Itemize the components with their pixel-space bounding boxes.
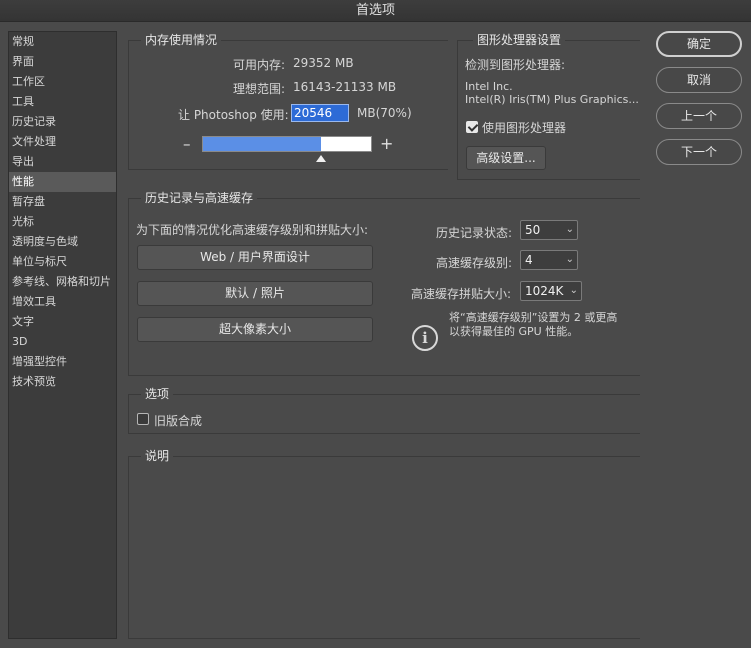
sidebar-item[interactable]: 文字	[9, 312, 116, 332]
memory-amount-input[interactable]: 20546	[291, 104, 349, 122]
cache-tile-size-label: 高速缓存拼贴大小:	[411, 285, 511, 302]
optimize-label: 为下面的情况优化高速缓存级别和拼贴大小:	[136, 221, 368, 238]
description-title: 说明	[141, 447, 173, 464]
memory-usage-title: 内存使用情况	[141, 31, 221, 48]
available-memory-value: 29352 MB	[293, 56, 354, 70]
previous-button[interactable]: 上一个	[656, 103, 742, 129]
sidebar-item[interactable]: 单位与标尺	[9, 252, 116, 272]
history-cache-title: 历史记录与高速缓存	[141, 189, 257, 206]
sidebar-item[interactable]: 界面	[9, 52, 116, 72]
cache-tile-size-value: 1024K	[525, 284, 563, 298]
sidebar-item[interactable]: 文件处理	[9, 132, 116, 152]
memory-percent-label: MB(70%)	[357, 106, 412, 120]
web-ui-design-button[interactable]: Web / 用户界面设计	[137, 245, 373, 270]
cache-levels-label: 高速缓存级别:	[436, 254, 512, 271]
use-gpu-checkbox[interactable]	[466, 121, 478, 133]
cancel-button[interactable]: 取消	[656, 67, 742, 93]
increase-memory-button[interactable]: +	[380, 134, 393, 153]
legacy-compositing-checkbox[interactable]	[137, 413, 149, 425]
options-title: 选项	[141, 385, 173, 402]
sidebar-item[interactable]: 透明度与色域	[9, 232, 116, 252]
default-photos-button[interactable]: 默认 / 照片	[137, 281, 373, 306]
sidebar-item[interactable]: 光标	[9, 212, 116, 232]
advanced-settings-button[interactable]: 高级设置...	[466, 146, 546, 170]
sidebar-item[interactable]: 性能	[9, 172, 116, 192]
sidebar-item[interactable]: 技术预览	[9, 372, 116, 392]
description-panel: 说明	[128, 456, 640, 639]
history-states-label: 历史记录状态:	[436, 224, 512, 241]
cache-tile-size-select[interactable]: 1024K ⌄	[520, 281, 582, 301]
sidebar-item[interactable]: 暂存盘	[9, 192, 116, 212]
preferences-sidebar: 常规界面工作区工具历史记录文件处理导出性能暂存盘光标透明度与色域单位与标尺参考线…	[8, 31, 117, 639]
cache-levels-select[interactable]: 4 ⌄	[520, 250, 578, 270]
use-gpu-label: 使用图形处理器	[482, 119, 566, 136]
legacy-compositing-label: 旧版合成	[154, 412, 202, 429]
memory-slider-fill	[203, 137, 321, 151]
gpu-settings-title: 图形处理器设置	[473, 31, 565, 48]
sidebar-item[interactable]: 导出	[9, 152, 116, 172]
detected-gpu-label: 检测到图形处理器:	[465, 56, 565, 73]
let-photoshop-use-label: 让 Photoshop 使用:	[178, 106, 289, 123]
ideal-range-value: 16143-21133 MB	[293, 80, 396, 94]
window-title: 首选项	[0, 0, 751, 22]
sidebar-item[interactable]: 工具	[9, 92, 116, 112]
sidebar-item[interactable]: 参考线、网格和切片	[9, 272, 116, 292]
memory-slider-thumb[interactable]	[316, 155, 326, 162]
history-states-value: 50	[525, 223, 540, 237]
cache-levels-value: 4	[525, 253, 533, 267]
next-button[interactable]: 下一个	[656, 139, 742, 165]
memory-slider-track[interactable]	[202, 136, 372, 152]
sidebar-item[interactable]: 常规	[9, 32, 116, 52]
info-icon: i	[412, 325, 438, 351]
sidebar-item[interactable]: 3D	[9, 332, 116, 352]
ideal-range-label: 理想范围:	[233, 80, 285, 97]
options-panel: 选项	[128, 394, 640, 434]
gpu-vendor: Intel Inc.	[465, 80, 513, 93]
huge-pixel-dimensions-button[interactable]: 超大像素大小	[137, 317, 373, 342]
chevron-down-icon: ⌄	[566, 221, 574, 239]
ok-button[interactable]: 确定	[656, 31, 742, 57]
chevron-down-icon: ⌄	[566, 251, 574, 269]
decrease-memory-button[interactable]: –	[183, 135, 191, 153]
sidebar-item[interactable]: 增效工具	[9, 292, 116, 312]
history-states-select[interactable]: 50 ⌄	[520, 220, 578, 240]
available-memory-label: 可用内存:	[233, 56, 285, 73]
sidebar-item[interactable]: 增强型控件	[9, 352, 116, 372]
chevron-down-icon: ⌄	[570, 282, 578, 300]
gpu-model: Intel(R) Iris(TM) Plus Graphics...	[465, 93, 639, 106]
sidebar-item[interactable]: 工作区	[9, 72, 116, 92]
cache-tip-line2: 以获得最佳的 GPU 性能。	[449, 323, 578, 339]
sidebar-item[interactable]: 历史记录	[9, 112, 116, 132]
